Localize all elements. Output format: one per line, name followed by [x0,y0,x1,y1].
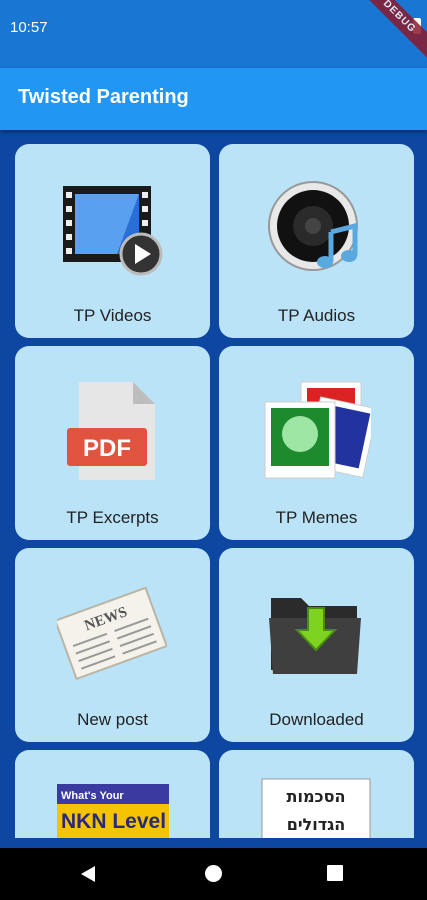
tile-nkn-level[interactable]: What's Your NKN Level [15,750,210,838]
hebrew-line-1: הסכמות [287,787,346,806]
status-time: 10:57 [10,19,48,36]
newspaper-icon: NEWS [57,586,167,681]
status-bar: 10:57 [0,0,427,68]
tile-downloaded[interactable]: Downloaded [219,548,414,742]
nkn-caption-2: NKN Level [61,810,166,833]
app-title: Twisted Parenting [18,86,189,108]
svg-text:PDF: PDF [83,435,131,462]
hebrew-sign-thumbnail: הסכמות הגדולים [261,778,371,838]
tile-label: TP Excerpts [66,508,159,527]
tile-label: New post [77,710,148,729]
tile-tp-excerpts[interactable]: PDF TP Excerpts [15,346,210,540]
app-bar: Twisted Parenting [0,68,427,130]
tile-label: TP Videos [73,306,152,325]
system-nav-bar [0,848,427,900]
tile-label: TP Audios [277,306,356,325]
tile-tp-videos[interactable]: TP Videos [15,144,210,338]
back-icon[interactable] [80,865,96,883]
download-folder-icon [269,598,361,674]
pdf-document-icon: PDF [67,382,155,480]
home-icon[interactable] [205,865,222,882]
menu-grid: TP Videos TP Audios PDF TP Excerpts TP M… [0,130,427,838]
tile-tp-audios[interactable]: TP Audios [219,144,414,338]
tile-tp-memes[interactable]: TP Memes [219,346,414,540]
tile-new-post[interactable]: NEWS New post [15,548,210,742]
video-film-icon [63,186,163,276]
tile-label: Downloaded [269,710,364,729]
photos-icon [264,381,371,479]
nkn-level-thumbnail: What's Your NKN Level [57,784,169,838]
tile-label: TP Memes [275,508,358,527]
recent-apps-icon[interactable] [327,865,343,881]
hebrew-line-2: הגדולים [287,815,346,834]
speaker-music-icon [268,181,358,271]
tile-hebrew-sign[interactable]: הסכמות הגדולים [219,750,414,838]
nkn-caption-1: What's Your [61,790,124,802]
